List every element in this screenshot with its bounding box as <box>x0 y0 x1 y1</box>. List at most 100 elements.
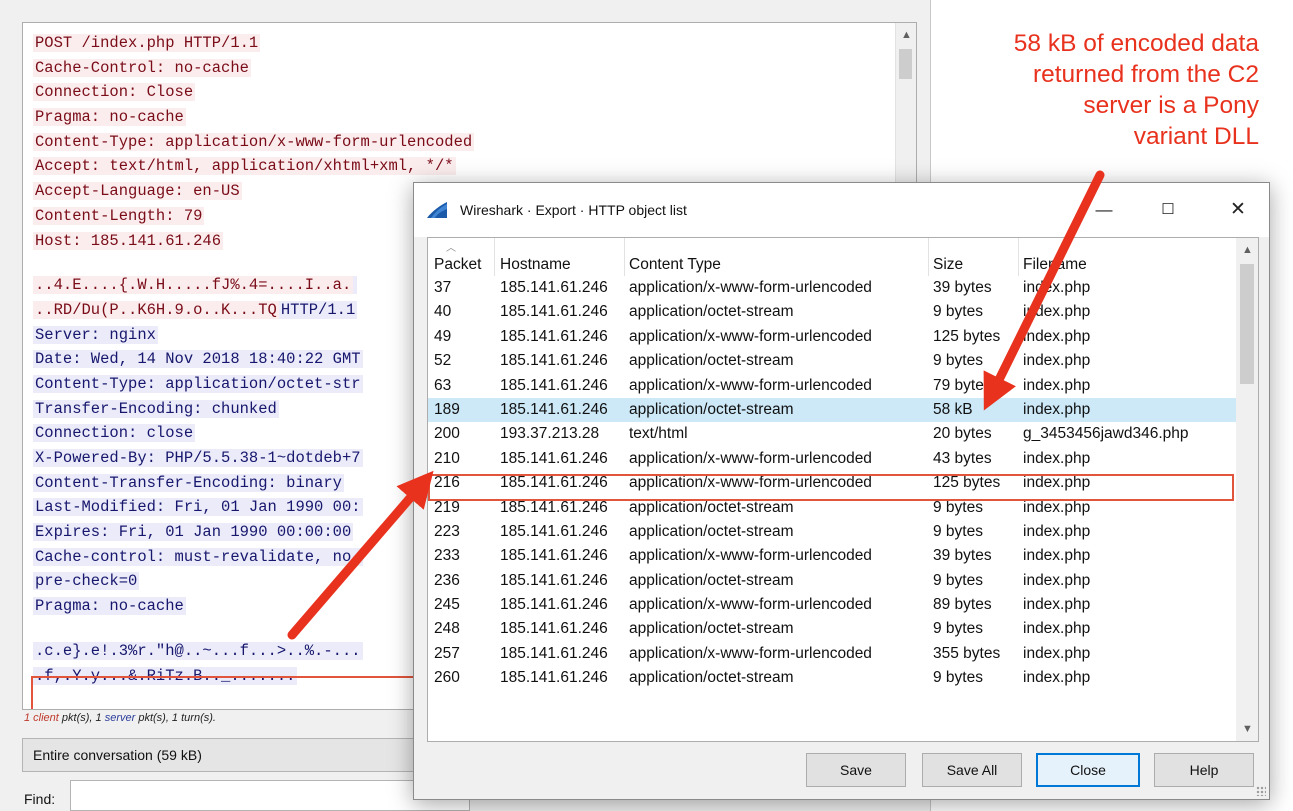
content-type-cell: application/x-www-form-urlencoded <box>629 596 872 614</box>
filename-cell: index.php <box>1023 449 1091 467</box>
client-request-line: Connection: Close <box>33 80 893 105</box>
table-row[interactable]: 52 185.141.61.246 application/octet-stream… <box>428 349 1236 373</box>
scroll-down-icon[interactable]: ▼ <box>1242 723 1253 735</box>
table-row[interactable]: 210 185.141.61.246 application/x-www-form-… <box>428 447 1236 471</box>
annotation-line: variant DLL <box>1133 123 1259 150</box>
annotation-line: server is a Pony <box>1083 92 1259 119</box>
content-type-cell: application/x-www-form-urlencoded <box>629 376 872 394</box>
size-cell: 20 bytes <box>933 425 992 443</box>
client-request-line-text: POST /index.php HTTP/1.1 <box>33 34 261 52</box>
hostname-cell: 185.141.61.246 <box>500 449 608 467</box>
table-row[interactable]: 223 185.141.61.246 application/octet-strea… <box>428 520 1236 544</box>
packet-cell: 52 <box>434 352 452 370</box>
table-scrollbar[interactable]: ▲ ▼ <box>1236 238 1258 741</box>
help-button[interactable]: Help <box>1154 753 1254 787</box>
hostname-cell: 185.141.61.246 <box>500 327 608 345</box>
stream-scroll-thumb[interactable] <box>899 49 912 79</box>
filename-cell: index.php <box>1023 620 1091 638</box>
server-turn-label: server <box>104 712 136 724</box>
sort-caret-icon: ︿ <box>446 243 456 254</box>
client-request-line: Pragma: no-cache <box>33 105 893 130</box>
close-window-button[interactable]: ✕ <box>1216 195 1260 225</box>
turn-summary: 1 client pkt(s), 1 server pkt(s), 1 turn… <box>24 712 216 724</box>
annotation-text: 58 kB of encoded data returned from the C… <box>929 28 1259 152</box>
dialog-titlebar[interactable]: Wireshark · Export · HTTP object list — … <box>414 183 1269 237</box>
content-type-cell: application/octet-stream <box>629 620 794 638</box>
server-response-line-text: Expires: Fri, 01 Jan 1990 00:00:00 <box>33 523 354 542</box>
filename-cell: index.php <box>1023 571 1091 589</box>
hostname-cell: 185.141.61.246 <box>500 620 608 638</box>
column-divider[interactable] <box>928 238 929 276</box>
save-button[interactable]: Save <box>806 753 906 787</box>
scroll-up-icon[interactable]: ▲ <box>901 29 912 41</box>
table-row[interactable]: 233 185.141.61.246 application/x-www-form-… <box>428 544 1236 568</box>
client-request-line: Cache-Control: no-cache <box>33 56 893 81</box>
filename-cell: index.php <box>1023 644 1091 662</box>
server-response-line-text: Pragma: no-cache <box>33 597 186 616</box>
content-type-cell: application/octet-stream <box>629 498 794 516</box>
table-row[interactable]: 37 185.141.61.246 application/x-www-form-u… <box>428 276 1236 300</box>
size-cell: 9 bytes <box>933 522 983 540</box>
column-divider[interactable] <box>624 238 625 276</box>
server-response-line-text: Last-Modified: Fri, 01 Jan 1990 00: <box>33 498 363 517</box>
hostname-cell: 185.141.61.246 <box>500 571 608 589</box>
content-type-cell: application/x-www-form-urlencoded <box>629 279 872 296</box>
hostname-cell: 185.141.61.246 <box>500 644 608 662</box>
packet-cell: 49 <box>434 327 452 345</box>
column-size[interactable]: Size <box>933 256 963 274</box>
minimize-icon: — <box>1095 200 1113 219</box>
table-header: ︿ Packet Hostname Content Type Size File… <box>428 238 1236 276</box>
annotation-line: 58 kB of encoded data <box>1013 30 1259 57</box>
content-type-cell: application/x-www-form-urlencoded <box>629 547 872 565</box>
filename-cell: index.php <box>1023 547 1091 565</box>
resize-grip-icon[interactable] <box>1256 786 1266 796</box>
column-packet[interactable]: Packet <box>434 256 481 274</box>
dialog-title: Wireshark · Export · HTTP object list <box>460 202 687 218</box>
column-hostname[interactable]: Hostname <box>500 256 571 274</box>
maximize-button[interactable]: ☐ <box>1146 195 1190 225</box>
packet-cell: 245 <box>434 596 460 614</box>
http-object-table[interactable]: ︿ Packet Hostname Content Type Size File… <box>427 237 1259 742</box>
close-icon: ✕ <box>1230 199 1246 220</box>
turn-summary-text: pkt(s), 1 <box>58 712 105 724</box>
table-row[interactable]: 40 185.141.61.246 application/octet-stream… <box>428 300 1236 324</box>
table-scroll-thumb[interactable] <box>1240 264 1254 384</box>
minimize-button[interactable]: — <box>1082 195 1126 225</box>
close-button[interactable]: Close <box>1036 753 1140 787</box>
table-row[interactable]: 49 185.141.61.246 application/x-www-form-u… <box>428 325 1236 349</box>
filename-cell: index.php <box>1023 498 1091 516</box>
packet-cell: 210 <box>434 449 460 467</box>
column-divider[interactable] <box>1018 238 1019 276</box>
table-row[interactable]: 248 185.141.61.246 application/octet-strea… <box>428 617 1236 641</box>
turn-summary-text: pkt(s), 1 turn(s). <box>135 712 216 724</box>
table-row-selected[interactable]: 189 185.141.61.246 application/octet-strea… <box>428 397 1236 423</box>
table-row[interactable]: 257 185.141.61.246 application/x-www-form-… <box>428 642 1236 666</box>
size-cell: 9 bytes <box>933 498 983 516</box>
filename-cell: g_3453456jawd346.php <box>1023 425 1189 443</box>
packet-cell: 233 <box>434 547 460 565</box>
find-input[interactable] <box>70 780 470 811</box>
size-cell: 355 bytes <box>933 644 1001 662</box>
column-filename[interactable]: Filename <box>1023 256 1087 274</box>
hostname-cell: 193.37.213.28 <box>500 425 600 443</box>
table-row[interactable]: 245 185.141.61.246 application/x-www-form-… <box>428 593 1236 617</box>
table-row[interactable]: 236 185.141.61.246 application/octet-strea… <box>428 569 1236 593</box>
table-row[interactable]: 260 185.141.61.246 application/octet-strea… <box>428 666 1236 690</box>
content-type-cell: application/octet-stream <box>629 303 794 321</box>
content-type-cell: application/x-www-form-urlencoded <box>629 449 872 467</box>
size-cell: 79 bytes <box>933 376 992 394</box>
hostname-cell: 185.141.61.246 <box>500 352 608 370</box>
packet-cell: 236 <box>434 571 460 589</box>
table-row[interactable]: 200 193.37.213.28 text/html 20 bytes g_34534… <box>428 422 1236 446</box>
client-request-line-text: Host: 185.141.61.246 <box>33 231 224 250</box>
export-http-object-dialog: Wireshark · Export · HTTP object list — … <box>413 182 1270 800</box>
column-content-type[interactable]: Content Type <box>629 256 721 274</box>
client-request-line-text: Accept: text/html, application/xhtml+xml… <box>33 157 456 176</box>
server-response-line-text: Content-Type: application/octet-str <box>33 374 363 393</box>
conversation-select[interactable]: Entire conversation (59 kB) <box>22 738 452 772</box>
filename-cell: index.php <box>1023 400 1091 418</box>
column-divider[interactable] <box>494 238 495 276</box>
save-all-button[interactable]: Save All <box>922 753 1022 787</box>
table-row[interactable]: 63 185.141.61.246 application/x-www-form-u… <box>428 374 1236 398</box>
scroll-up-icon[interactable]: ▲ <box>1242 244 1253 256</box>
